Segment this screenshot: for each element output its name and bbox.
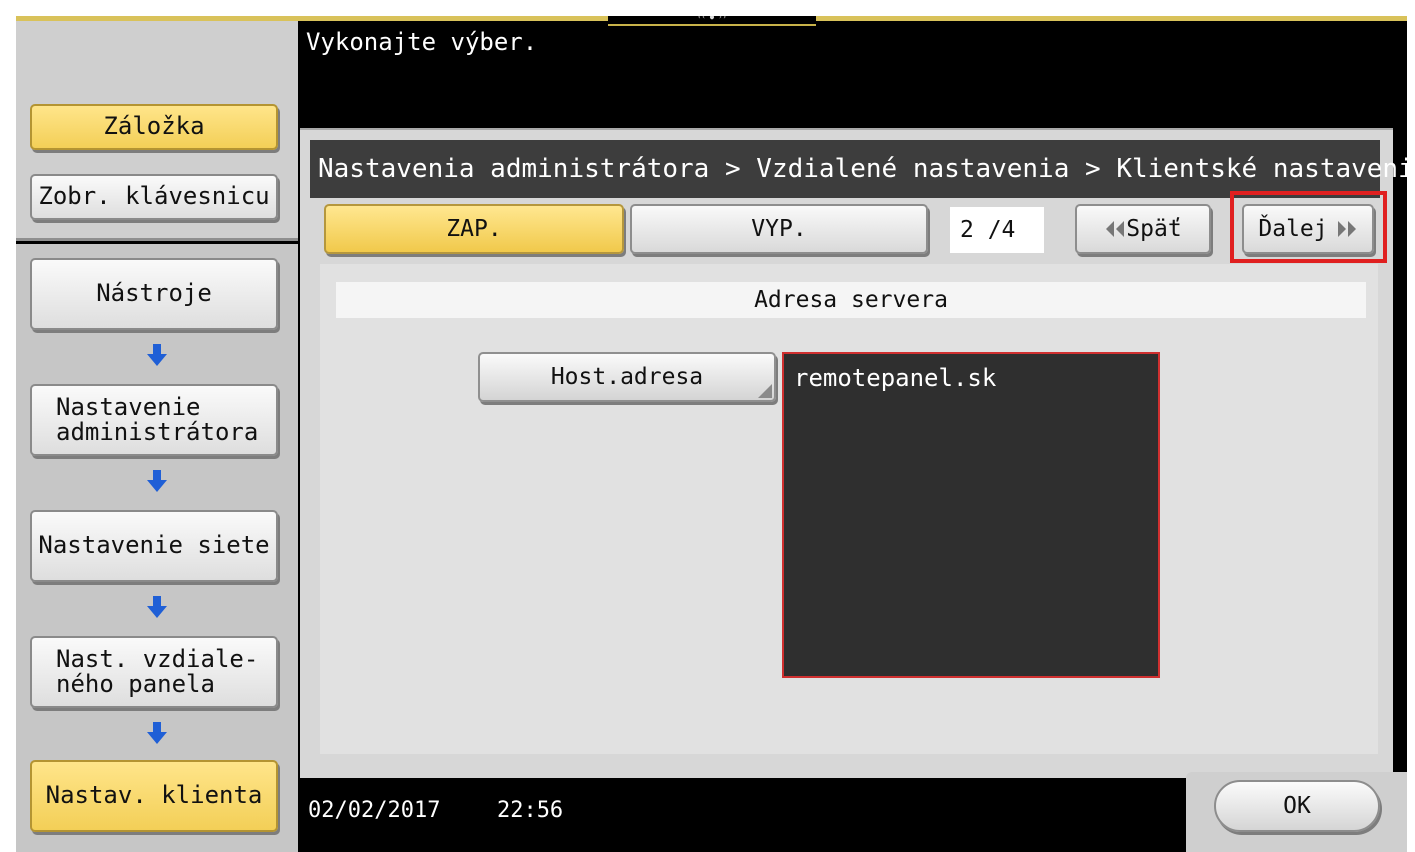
path-network-settings-button[interactable]: Nastavenie siete xyxy=(30,510,278,582)
top-strip-right xyxy=(816,16,1407,21)
host-address-field[interactable]: remotepanel.sk xyxy=(782,352,1160,678)
device-screen: ‹‹ ● ›› Záložka Zobr. klávesnicu Nástroj… xyxy=(16,16,1407,852)
back-label: Späť xyxy=(1126,216,1182,242)
arrow-down-icon xyxy=(147,722,167,744)
time: 22:56 xyxy=(496,798,564,823)
panel-handle[interactable]: ‹‹ ● ›› xyxy=(608,16,816,26)
main-panel: Nastavenia administrátora > Vzdialené na… xyxy=(300,128,1407,778)
off-toggle-button[interactable]: VYP. xyxy=(630,204,928,254)
path-client-settings-button[interactable]: Nastav. klienta xyxy=(30,760,278,832)
show-keyboard-button[interactable]: Zobr. klávesnicu xyxy=(30,174,278,220)
handle-grip-icon: ‹‹ ● ›› xyxy=(697,16,727,21)
double-chevron-left-icon xyxy=(1106,221,1125,237)
path-remote-panel-button[interactable]: Nast. vzdiale- ného panela xyxy=(30,636,278,708)
page-indicator: 2 /4 xyxy=(950,207,1044,253)
host-address-button[interactable]: Host.adresa xyxy=(478,352,776,402)
settings-content: Adresa servera Host.adresa remotepanel.s… xyxy=(320,264,1378,754)
date-time: 02/02/2017 22:56 xyxy=(308,798,563,823)
corner-marker-icon xyxy=(758,384,772,398)
next-label: Ďalej xyxy=(1258,216,1328,242)
host-address-label: Host.adresa xyxy=(550,364,704,390)
next-button[interactable]: Ďalej xyxy=(1242,204,1374,254)
instruction-message: Vykonajte výber. xyxy=(306,28,538,56)
path-admin-settings-button[interactable]: Nastavenie administrátora xyxy=(30,384,278,456)
arrow-down-icon xyxy=(147,596,167,618)
date: 02/02/2017 xyxy=(308,798,441,823)
bookmark-button[interactable]: Záložka xyxy=(30,104,278,150)
arrow-down-icon xyxy=(147,344,167,366)
section-title: Adresa servera xyxy=(336,282,1366,318)
arrow-down-icon xyxy=(147,470,167,492)
back-button[interactable]: Späť xyxy=(1075,204,1211,254)
breadcrumb: Nastavenia administrátora > Vzdialené na… xyxy=(310,140,1407,198)
on-toggle-button[interactable]: ZAP. xyxy=(324,204,624,254)
ok-button[interactable]: OK xyxy=(1214,780,1380,832)
path-tools-button[interactable]: Nástroje xyxy=(30,258,278,330)
double-chevron-right-icon xyxy=(1337,221,1356,237)
